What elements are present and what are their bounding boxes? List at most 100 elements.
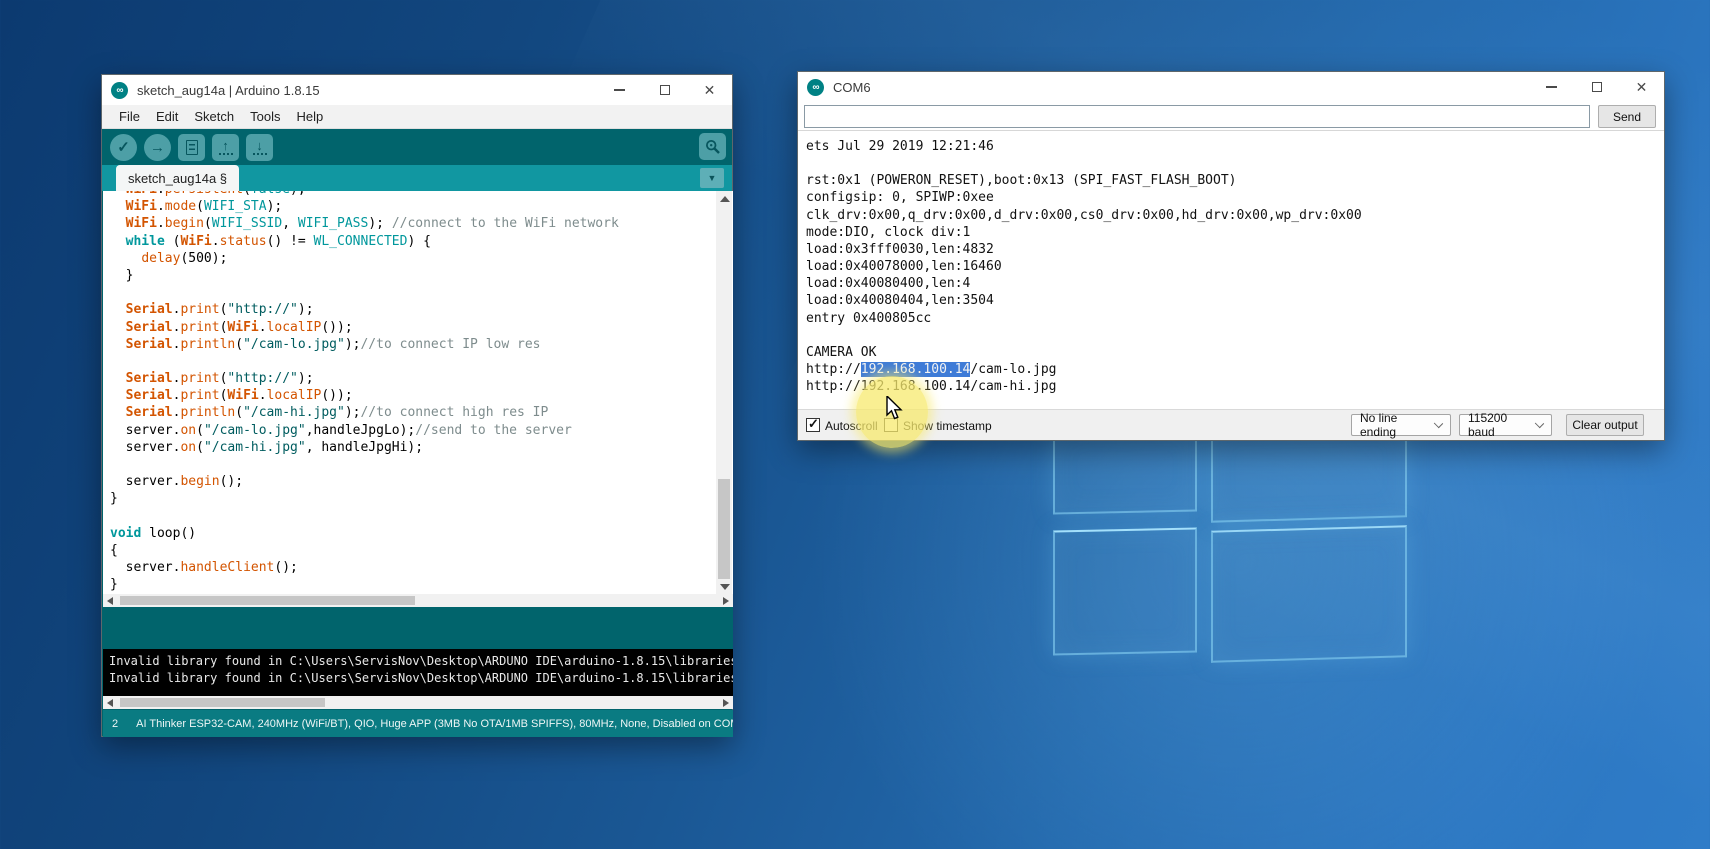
line-ending-value: No line ending <box>1360 411 1426 439</box>
menubar: FileEditSketchToolsHelp <box>102 105 732 129</box>
windows-logo-pane <box>1053 527 1197 655</box>
console-line: Invalid library found in C:\Users\Servis… <box>109 670 733 687</box>
line-ending-dropdown[interactable]: No line ending <box>1351 414 1451 436</box>
editor-vertical-scrollbar[interactable] <box>716 191 732 594</box>
maximize-button[interactable] <box>642 75 687 105</box>
code-line: Serial.println("/cam-hi.jpg");//to conne… <box>110 404 717 421</box>
serial-line: mode:DIO, clock div:1 <box>806 224 1664 241</box>
code-line: void loop() <box>110 525 717 542</box>
arduino-window-title: sketch_aug14a | Arduino 1.8.15 <box>137 83 320 98</box>
close-button[interactable]: ✕ <box>687 75 732 105</box>
tab-menu-button[interactable]: ▼ <box>700 168 724 188</box>
new-sketch-button[interactable] <box>178 134 205 161</box>
close-button[interactable]: ✕ <box>1619 72 1664 102</box>
serial-output[interactable]: ets Jul 29 2019 12:21:46 rst:0x1 (POWERO… <box>798 130 1664 411</box>
code-line: delay(500); <box>110 250 717 267</box>
serial-window-title: COM6 <box>833 80 871 95</box>
code-line: Serial.print("http://"); <box>110 301 717 318</box>
serial-line: ets Jul 29 2019 12:21:46 <box>806 138 1664 155</box>
code-line: Serial.print("http://"); <box>110 370 717 387</box>
code-line: } <box>110 267 717 284</box>
clear-output-button[interactable]: Clear output <box>1566 414 1644 436</box>
serial-titlebar[interactable]: ∞ COM6 ✕ <box>798 72 1664 102</box>
serial-line <box>806 155 1664 172</box>
code-line: WiFi.begin(WIFI_SSID, WIFI_PASS); //conn… <box>110 215 717 232</box>
console-line: Invalid library found in C:\Users\Servis… <box>109 653 733 670</box>
maximize-button[interactable] <box>1574 72 1619 102</box>
menu-item-file[interactable]: File <box>112 107 147 126</box>
code-line: server.on("/cam-hi.jpg", handleJpgHi); <box>110 439 717 456</box>
send-button[interactable]: Send <box>1598 105 1656 128</box>
serial-input-row: Send <box>798 102 1664 130</box>
toolbar: ✓ → ↑ ↓ <box>102 129 732 165</box>
serial-line: rst:0x1 (POWERON_RESET),boot:0x13 (SPI_F… <box>806 172 1664 189</box>
desktop: { "colors": { "ide_teal_dark": "#01646c"… <box>0 0 1710 849</box>
chevron-down-icon <box>1434 419 1443 428</box>
tab-sketch-aug14a[interactable]: sketch_aug14a § <box>116 165 239 191</box>
serial-line: load:0x40080404,len:3504 <box>806 292 1664 309</box>
baud-rate-value: 115200 baud <box>1468 411 1527 439</box>
board-info: AI Thinker ESP32-CAM, 240MHz (WiFi/BT), … <box>136 718 733 730</box>
menu-item-help[interactable]: Help <box>289 107 330 126</box>
code-line <box>110 508 717 525</box>
build-console: Invalid library found in C:\Users\Servis… <box>103 649 733 696</box>
menu-item-tools[interactable]: Tools <box>243 107 287 126</box>
serial-line: load:0x40080400,len:4 <box>806 275 1664 292</box>
verify-button[interactable]: ✓ <box>110 134 137 161</box>
autoscroll-checkbox[interactable]: ✓ <box>806 418 820 432</box>
code-line: Serial.print(WiFi.localIP()); <box>110 319 717 336</box>
code-editor[interactable]: WiFi.persistent(false); WiFi.mode(WIFI_S… <box>103 191 733 594</box>
menu-item-sketch[interactable]: Sketch <box>187 107 241 126</box>
serial-line: http://192.168.100.14/cam-hi.jpg <box>806 378 1664 395</box>
scroll-up-arrow-icon[interactable] <box>720 196 730 202</box>
scroll-left-arrow-icon[interactable] <box>107 699 113 707</box>
code-line: WiFi.persistent(false); <box>110 191 717 198</box>
down-arrow-icon: ↓ <box>253 139 267 155</box>
scroll-down-arrow-icon[interactable] <box>720 584 730 590</box>
check-icon: ✓ <box>117 140 130 155</box>
serial-input[interactable] <box>804 105 1590 128</box>
code-line: WiFi.mode(WIFI_STA); <box>110 198 717 215</box>
serial-line <box>806 327 1664 344</box>
code-line: while (WiFi.status() != WL_CONNECTED) { <box>110 233 717 250</box>
scrollbar-thumb[interactable] <box>120 698 325 707</box>
chevron-down-icon <box>1535 419 1544 428</box>
minimize-button[interactable] <box>1529 72 1574 102</box>
code-line: Serial.println("/cam-lo.jpg");//to conne… <box>110 336 717 353</box>
cursor-line-indicator: 2 <box>112 718 118 730</box>
arduino-titlebar[interactable]: ∞ sketch_aug14a | Arduino 1.8.15 ✕ <box>102 75 732 105</box>
scrollbar-thumb[interactable] <box>718 479 730 579</box>
code-line: Serial.print(WiFi.localIP()); <box>110 387 717 404</box>
open-button[interactable]: ↑ <box>212 134 239 161</box>
minimize-button[interactable] <box>597 75 642 105</box>
code-line: { <box>110 542 717 559</box>
editor-horizontal-scrollbar[interactable] <box>103 594 733 607</box>
arduino-logo-icon: ∞ <box>807 79 824 96</box>
scroll-right-arrow-icon[interactable] <box>723 699 729 707</box>
serial-line: http://192.168.100.14/cam-lo.jpg <box>806 361 1664 378</box>
serial-line: entry 0x400805cc <box>806 310 1664 327</box>
code-line <box>110 284 717 301</box>
arduino-ide-window: ∞ sketch_aug14a | Arduino 1.8.15 ✕ FileE… <box>101 74 733 737</box>
serial-monitor-button[interactable] <box>699 133 726 160</box>
baud-rate-dropdown[interactable]: 115200 baud <box>1459 414 1552 436</box>
serial-monitor-window: ∞ COM6 ✕ Send ets Jul 29 2019 12:21:46 r… <box>797 71 1665 441</box>
magnifier-icon <box>705 139 721 155</box>
arduino-logo-icon: ∞ <box>111 82 128 99</box>
code-line <box>110 456 717 473</box>
serial-line: load:0x40078000,len:16460 <box>806 258 1664 275</box>
menu-item-edit[interactable]: Edit <box>149 107 185 126</box>
up-arrow-icon: ↑ <box>219 139 233 155</box>
serial-line: configsip: 0, SPIWP:0xee <box>806 189 1664 206</box>
document-icon <box>186 140 198 155</box>
scrollbar-thumb[interactable] <box>120 596 415 605</box>
code-line: server.handleClient(); <box>110 559 717 576</box>
save-button[interactable]: ↓ <box>246 134 273 161</box>
upload-button[interactable]: → <box>144 134 171 161</box>
checkmark-icon: ✓ <box>808 416 819 432</box>
code-line: } <box>110 490 717 507</box>
scroll-left-arrow-icon[interactable] <box>107 597 113 605</box>
console-horizontal-scrollbar[interactable] <box>103 696 733 709</box>
right-arrow-icon: → <box>150 140 165 155</box>
scroll-right-arrow-icon[interactable] <box>723 597 729 605</box>
